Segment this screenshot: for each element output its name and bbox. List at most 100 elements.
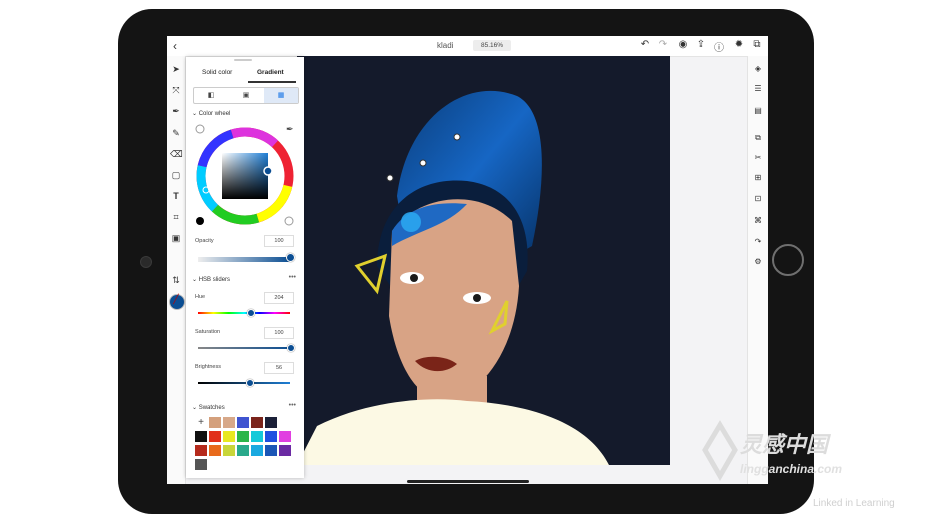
distribute-icon[interactable]: ⊞ — [752, 173, 764, 182]
pattern-icon[interactable]: ⌘ — [752, 216, 764, 225]
undo-icon[interactable]: ↶ — [639, 39, 651, 50]
watermark-site: lingganchina.com — [740, 462, 843, 476]
image-icon[interactable]: ▣ — [170, 233, 182, 244]
swap-icon[interactable]: ⇅ — [170, 275, 182, 286]
brightness-slider[interactable] — [198, 382, 290, 384]
zoom-level[interactable]: 85.16% — [473, 40, 511, 51]
hsb-header[interactable]: ⌄ HSB sliders — [192, 276, 230, 283]
select-icon[interactable]: ➤ — [170, 64, 182, 75]
swatch[interactable] — [251, 417, 263, 428]
redo-arc-icon[interactable]: ↷ — [752, 237, 764, 246]
eraser-icon[interactable]: ⌫ — [170, 149, 183, 160]
watermark-title: 灵感中国 — [740, 432, 829, 457]
swatch[interactable] — [195, 459, 207, 470]
swatch[interactable] — [265, 431, 277, 442]
tab-solid-color[interactable]: Solid color — [202, 69, 232, 76]
cut-icon[interactable]: ✂ — [752, 153, 764, 162]
tab-gradient[interactable]: Gradient — [257, 69, 284, 76]
camera — [140, 256, 152, 268]
swatch[interactable] — [251, 431, 263, 442]
linkedin-learning-logo: Linked in Learning — [813, 498, 895, 509]
swatches-label: Swatches — [198, 405, 225, 411]
opacity-label: Opacity — [195, 238, 214, 244]
saturation-value[interactable]: 100 — [264, 327, 294, 339]
gradient-stop[interactable] — [386, 174, 394, 182]
artboard-canvas[interactable] — [297, 56, 670, 465]
document-title[interactable]: kladi — [437, 41, 453, 50]
swatches-more-icon[interactable]: ••• — [289, 402, 296, 409]
combine-icon[interactable]: ⧉ — [752, 133, 764, 143]
gradient-stop[interactable] — [419, 159, 427, 167]
direct-select-icon[interactable]: ⤧ — [170, 85, 182, 96]
portrait-illustration — [297, 90, 609, 465]
swatch[interactable] — [251, 445, 263, 456]
color-wheel-header[interactable]: ⌄ Color wheel — [192, 110, 230, 117]
swatch[interactable] — [209, 417, 221, 428]
stroke-icon[interactable]: ╱ — [170, 294, 182, 305]
brightness-knob[interactable] — [246, 379, 254, 387]
back-arrow-icon[interactable]: ‹ — [173, 39, 177, 53]
swatch[interactable] — [279, 445, 291, 456]
swatch[interactable] — [223, 417, 235, 428]
top-bar: ‹ kladi 85.16% ↶ ↷ ◉ ⇪ ⓘ ✹ ⧉ — [167, 36, 768, 57]
help-icon[interactable]: ⓘ — [713, 39, 725, 54]
align-icon[interactable]: ▤ — [752, 106, 764, 115]
no-color-icon[interactable] — [195, 124, 205, 134]
profile-icon[interactable]: ◉ — [677, 39, 689, 50]
opacity-slider[interactable] — [198, 257, 290, 262]
add-swatch-icon[interactable]: + — [195, 417, 207, 428]
color-wheel[interactable]: ✒ — [186, 119, 304, 239]
saturation-knob[interactable] — [287, 344, 295, 352]
color-panel: Solid color Gradient ◧ ▣ ▦ ⌄ Color wheel — [186, 57, 304, 478]
linear-gradient-icon[interactable]: ◧ — [194, 88, 228, 103]
swatch[interactable] — [237, 445, 249, 456]
swatch[interactable] — [237, 431, 249, 442]
swatches-header[interactable]: ⌄ Swatches — [192, 404, 225, 411]
hsb-more-icon[interactable]: ••• — [289, 274, 296, 281]
settings-icon[interactable]: ✹ — [733, 39, 745, 50]
shape-icon[interactable]: ▢ — [170, 170, 182, 181]
swatch[interactable] — [279, 431, 291, 442]
gradient-stop[interactable] — [453, 133, 461, 141]
radial-gradient-icon[interactable]: ▣ — [229, 88, 263, 103]
swatch[interactable] — [223, 445, 235, 456]
swatch[interactable] — [195, 431, 207, 442]
home-button[interactable] — [772, 244, 804, 276]
active-tab-indicator — [248, 81, 296, 83]
none-fill-icon[interactable] — [284, 216, 294, 226]
black-color-icon[interactable] — [196, 217, 204, 225]
transform-icon[interactable]: ⌗ — [170, 212, 182, 223]
swatch[interactable] — [265, 417, 277, 428]
blouse — [297, 399, 609, 465]
hsb-label: HSB sliders — [198, 277, 231, 283]
gear-icon[interactable]: ⚙ — [752, 257, 764, 266]
hue-slider[interactable] — [198, 312, 290, 314]
text-icon[interactable]: T — [170, 191, 182, 201]
repeat-icon[interactable]: ⊡ — [752, 194, 764, 203]
swatch[interactable] — [195, 445, 207, 456]
swatch[interactable] — [237, 417, 249, 428]
panel-drag-handle[interactable] — [234, 59, 252, 61]
opacity-knob[interactable] — [286, 253, 295, 262]
freeform-gradient-icon[interactable]: ▦ — [264, 88, 298, 103]
hue-value[interactable]: 204 — [264, 292, 294, 304]
eyedropper-icon[interactable]: ✒ — [286, 124, 294, 134]
opacity-value[interactable]: 100 — [264, 235, 294, 247]
swatch[interactable] — [265, 445, 277, 456]
pen-icon[interactable]: ✒ — [170, 106, 182, 117]
swatch[interactable] — [209, 445, 221, 456]
hue-knob[interactable] — [247, 309, 255, 317]
share-icon[interactable]: ⇪ — [695, 39, 707, 50]
wheel-hue-handle[interactable] — [263, 166, 273, 176]
swatch[interactable] — [223, 431, 235, 442]
layers-icon[interactable]: ◈ — [752, 64, 764, 73]
redo-icon[interactable]: ↷ — [657, 39, 669, 50]
home-indicator — [407, 480, 529, 483]
properties-icon[interactable]: ☰ — [752, 84, 764, 93]
saturation-slider[interactable] — [198, 347, 290, 349]
gradient-stop-active[interactable] — [401, 212, 421, 232]
brightness-value[interactable]: 56 — [264, 362, 294, 374]
swatch[interactable] — [209, 431, 221, 442]
pencil-icon[interactable]: ✎ — [170, 128, 182, 139]
crop-icon[interactable]: ⧉ — [751, 39, 763, 50]
